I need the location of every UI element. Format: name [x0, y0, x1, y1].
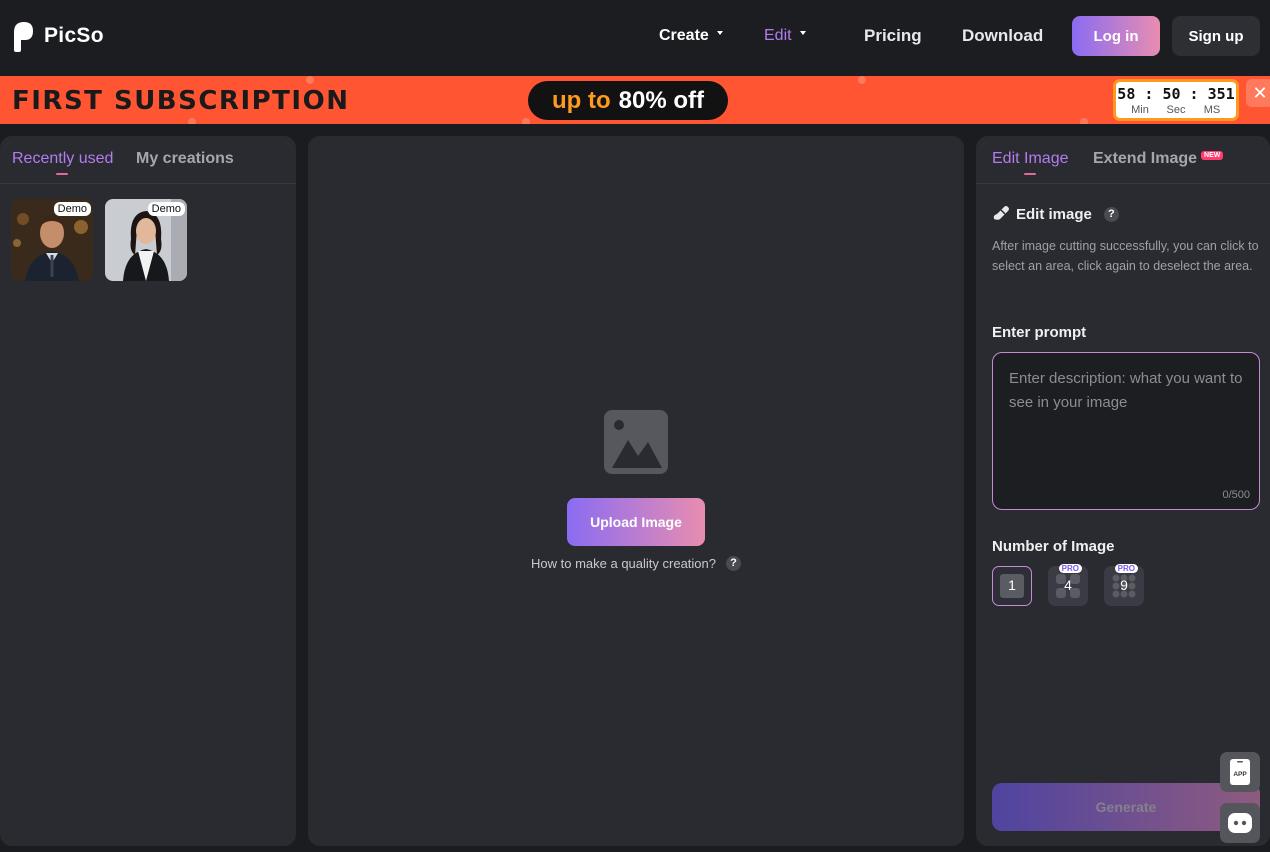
- app-label: APP: [1233, 771, 1247, 778]
- promo-discount: 80% off: [618, 86, 704, 114]
- question-icon[interactable]: ?: [1103, 206, 1119, 222]
- image-count-value: 9: [1120, 577, 1128, 593]
- timer-ms-label: MS: [1203, 104, 1221, 116]
- decor-dot: [1080, 118, 1088, 124]
- top-header: PicSo Create Edit Pricing Download Log i…: [0, 0, 1270, 76]
- nav-download[interactable]: Download: [962, 0, 1043, 72]
- image-count-9[interactable]: 9 PRO: [1104, 564, 1144, 606]
- image-count-1[interactable]: 1: [992, 566, 1032, 606]
- prompt-label: Enter prompt: [992, 324, 1087, 341]
- timer-min: 58: [1117, 85, 1136, 103]
- timer-labels: Min Sec MS: [1116, 104, 1236, 116]
- timer-sec-label: Sec: [1166, 104, 1186, 116]
- pro-badge: PRO: [1058, 564, 1082, 573]
- active-tab-indicator: [1024, 173, 1036, 175]
- edit-panel: Edit Image Extend Image NEW Edit image? A…: [976, 136, 1270, 846]
- promo-up-to: up to: [552, 86, 611, 114]
- demo-badge: Demo: [53, 202, 91, 216]
- decor-dot: [858, 76, 866, 84]
- login-button[interactable]: Log in: [1072, 16, 1160, 56]
- nav-pricing-label: Pricing: [864, 26, 922, 45]
- demo-thumbnail-woman[interactable]: Demo: [105, 199, 187, 281]
- history-panel: Recently used My creations Demo Demo: [0, 136, 296, 846]
- history-tabs: Recently used My creations: [0, 136, 296, 184]
- image-count-value: 4: [1064, 577, 1072, 593]
- countdown-timer: 58 : 50 : 351 Min Sec MS: [1113, 79, 1239, 121]
- nav-download-label: Download: [962, 26, 1044, 45]
- download-app-button[interactable]: APP: [1220, 752, 1260, 792]
- signup-button[interactable]: Sign up: [1172, 16, 1260, 56]
- promo-discount-pill: up to 80% off: [528, 81, 728, 120]
- tab-edit-image[interactable]: Edit Image: [992, 150, 1068, 168]
- phone-app-icon: APP: [1230, 759, 1250, 785]
- upload-image-button[interactable]: Upload Image: [567, 498, 705, 546]
- edit-image-title: Edit image: [1016, 206, 1092, 223]
- brush-icon: [993, 206, 1009, 220]
- picso-logo-icon: [14, 22, 33, 52]
- demo-thumbnail-man[interactable]: Demo: [11, 199, 93, 281]
- image-count-4[interactable]: 4 PRO: [1048, 564, 1088, 606]
- edit-image-heading: Edit image?: [992, 206, 1119, 223]
- prompt-input[interactable]: [993, 353, 1259, 509]
- logo[interactable]: PicSo: [11, 20, 104, 52]
- chat-bot-icon: [1228, 813, 1252, 833]
- image-count-label: Number of Image: [992, 538, 1115, 555]
- close-icon[interactable]: ✕: [1246, 79, 1270, 107]
- tab-extend-image-label: Extend Image: [1093, 150, 1198, 167]
- prompt-counter: 0/500: [1222, 489, 1250, 501]
- nav-pricing[interactable]: Pricing: [864, 0, 922, 72]
- timer-min-label: Min: [1131, 104, 1149, 116]
- question-icon[interactable]: ?: [725, 556, 741, 572]
- prompt-box: 0/500: [992, 352, 1260, 510]
- pro-badge: PRO: [1114, 564, 1138, 573]
- tab-recently-used[interactable]: Recently used: [12, 150, 113, 168]
- nav-edit[interactable]: Edit: [764, 0, 806, 72]
- logo-text: PicSo: [44, 24, 104, 47]
- quality-help: How to make a quality creation??: [308, 556, 964, 572]
- decor-dot: [188, 118, 196, 124]
- nav-edit-label: Edit: [764, 27, 792, 44]
- nav-create[interactable]: Create: [659, 0, 723, 72]
- caret-down-icon: [799, 31, 806, 35]
- new-badge: NEW: [1201, 151, 1224, 161]
- quality-help-text[interactable]: How to make a quality creation?: [531, 556, 716, 571]
- caret-down-icon: [716, 31, 723, 35]
- canvas-panel: Upload Image How to make a quality creat…: [308, 136, 964, 846]
- chat-support-button[interactable]: [1220, 803, 1260, 843]
- tab-my-creations[interactable]: My creations: [136, 150, 234, 168]
- decor-dot: [306, 76, 314, 84]
- demo-badge: Demo: [147, 202, 185, 216]
- timer-values: 58 : 50 : 351: [1117, 85, 1235, 103]
- active-tab-indicator: [56, 173, 68, 175]
- image-count-value: 1: [1008, 577, 1016, 593]
- tab-extend-image[interactable]: Extend Image NEW: [1093, 150, 1224, 168]
- image-placeholder-icon: [604, 410, 668, 474]
- timer-ms: 351: [1207, 85, 1235, 103]
- nav-create-label: Create: [659, 27, 709, 44]
- timer-sec: 50: [1162, 85, 1181, 103]
- decor-dot: [522, 118, 530, 124]
- promo-title: FIRST SUBSCRIPTION: [12, 86, 350, 116]
- edit-description: After image cutting successfully, you ca…: [992, 239, 1259, 273]
- promo-banner[interactable]: FIRST SUBSCRIPTION up to 80% off 58 : 50…: [0, 76, 1270, 124]
- edit-tabs: Edit Image Extend Image NEW: [976, 136, 1270, 184]
